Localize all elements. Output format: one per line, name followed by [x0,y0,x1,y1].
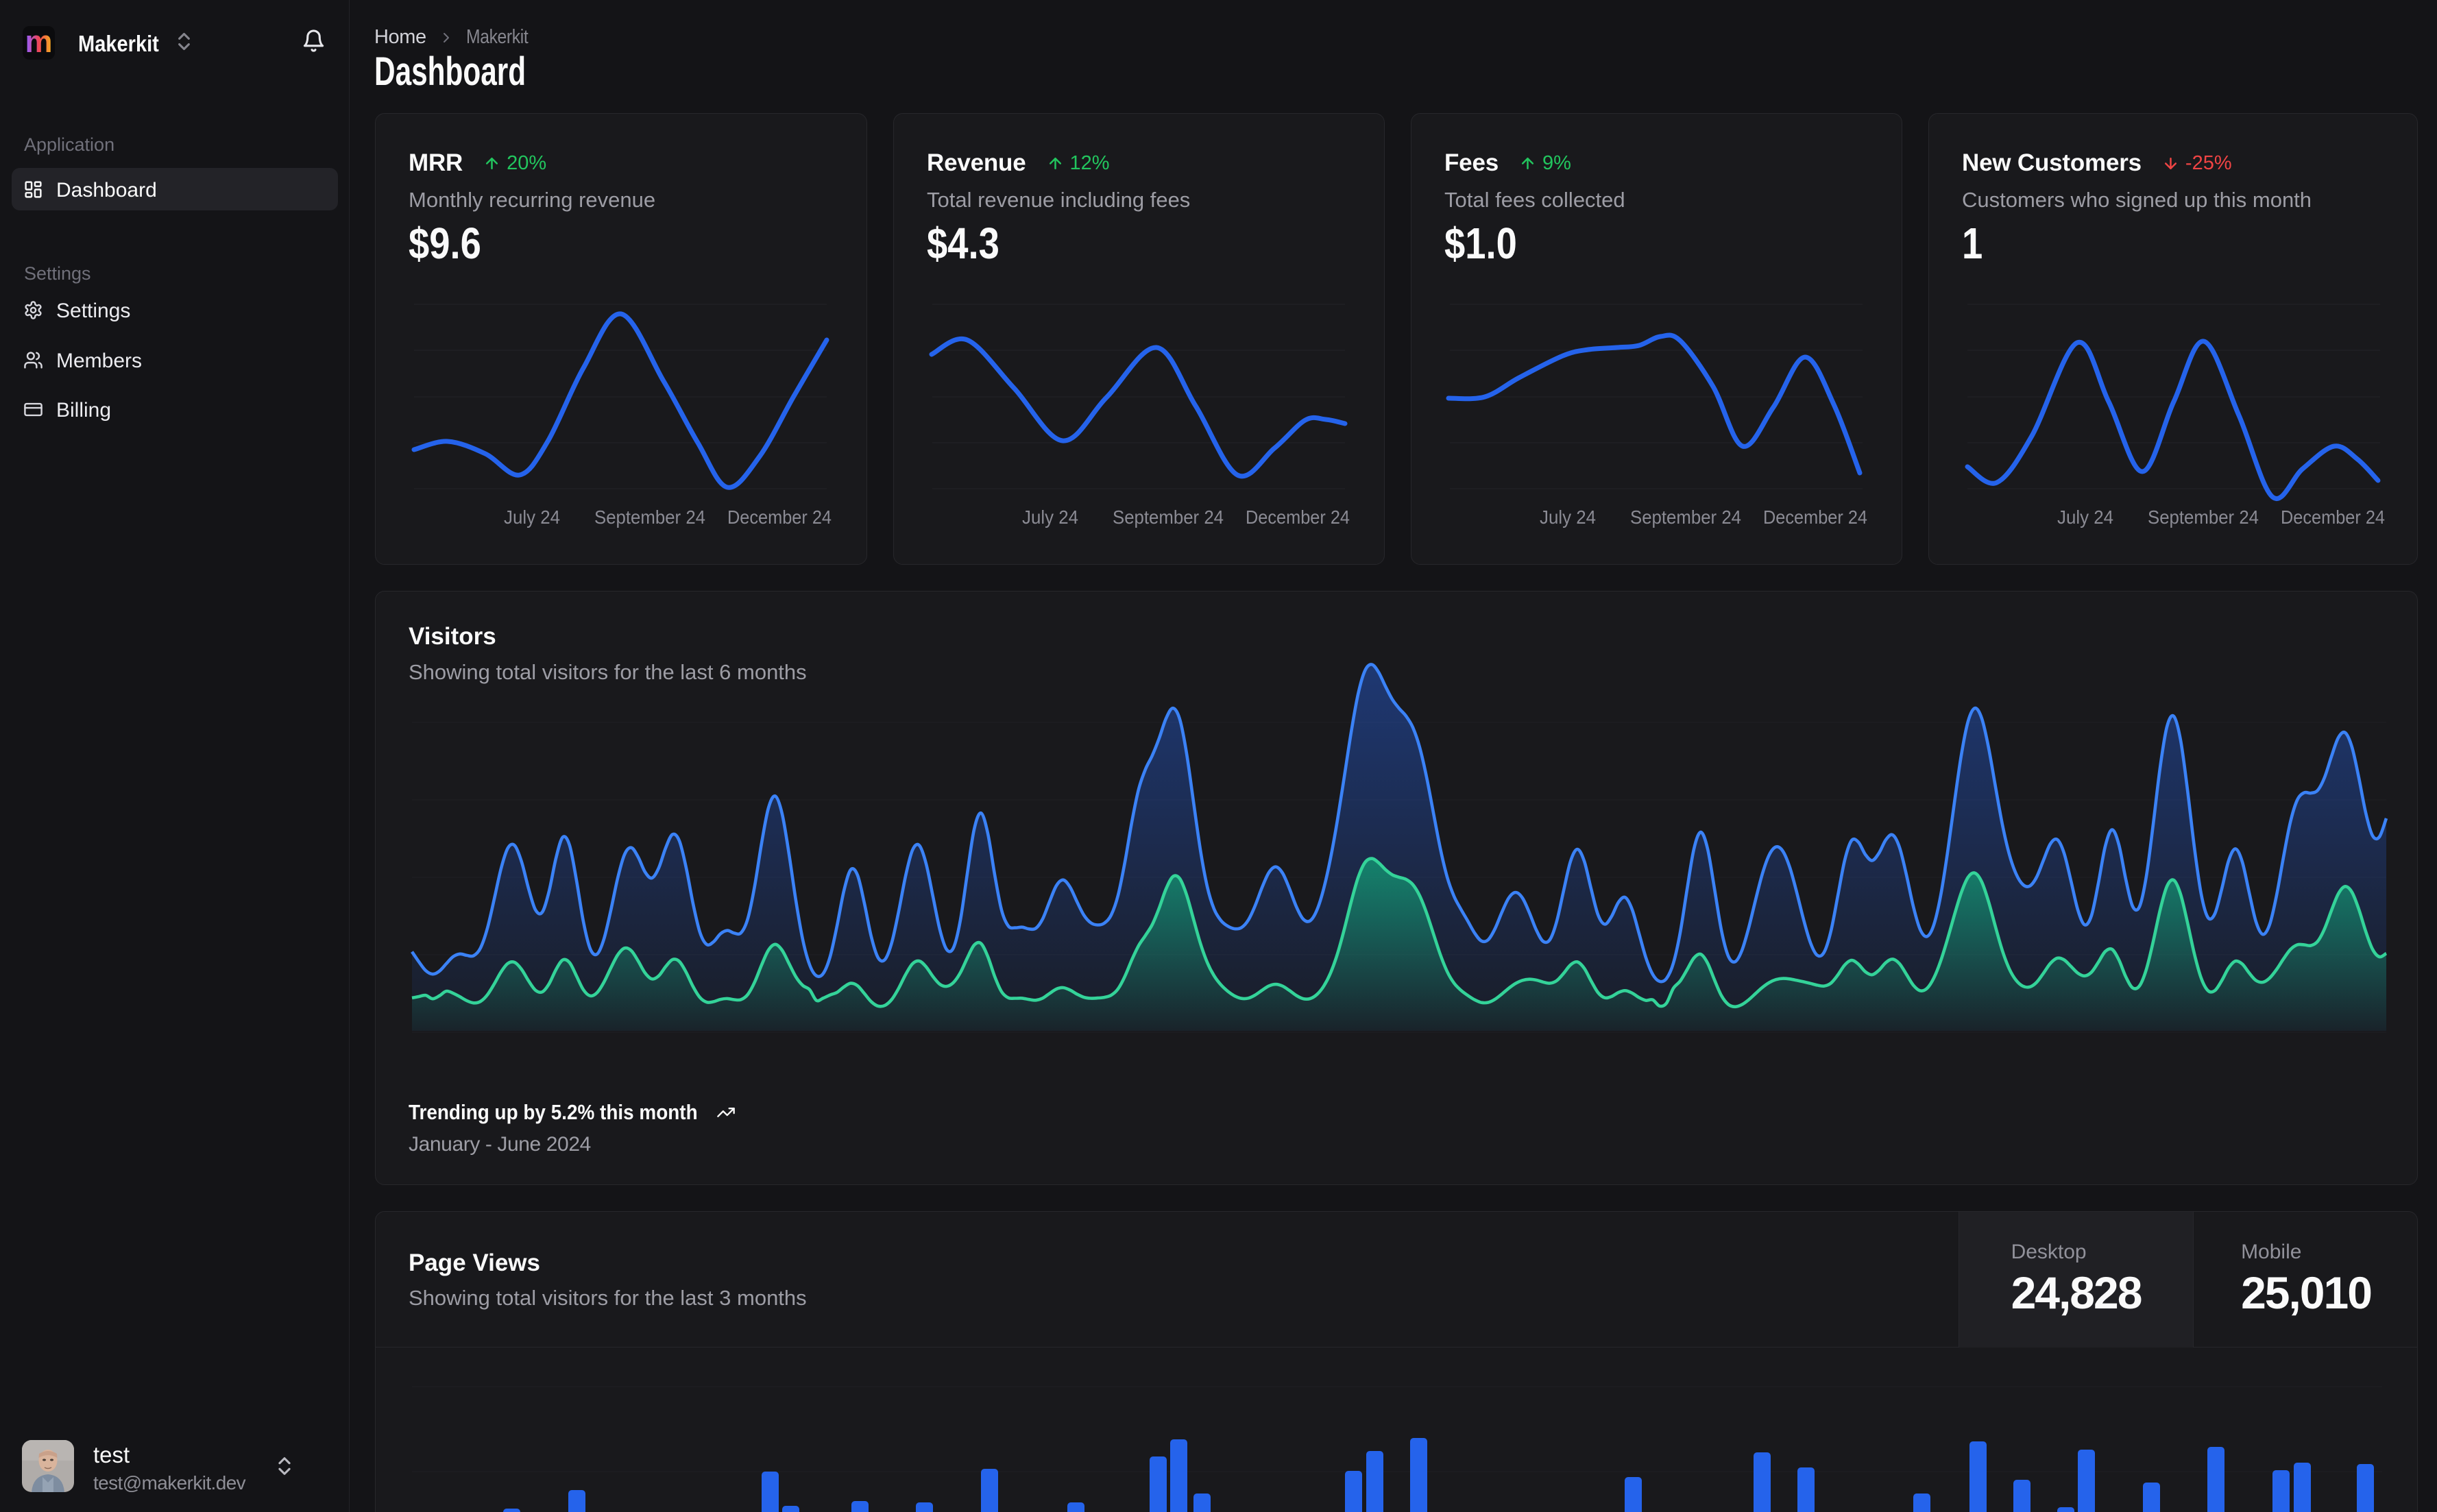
svg-text:September 24: September 24 [1630,507,1741,528]
svg-text:September 24: September 24 [2148,507,2259,528]
svg-text:December 24: December 24 [1763,507,1867,528]
svg-text:July 24: July 24 [2057,507,2113,528]
svg-text:December 24: December 24 [1246,507,1350,528]
svg-text:December 24: December 24 [727,507,832,528]
svg-text:September 24: September 24 [594,507,705,528]
svg-text:July 24: July 24 [1540,507,1596,528]
svg-text:September 24: September 24 [1113,507,1224,528]
svg-text:July 24: July 24 [504,507,560,528]
svg-text:December 24: December 24 [2281,507,2385,528]
svg-text:July 24: July 24 [1022,507,1078,528]
